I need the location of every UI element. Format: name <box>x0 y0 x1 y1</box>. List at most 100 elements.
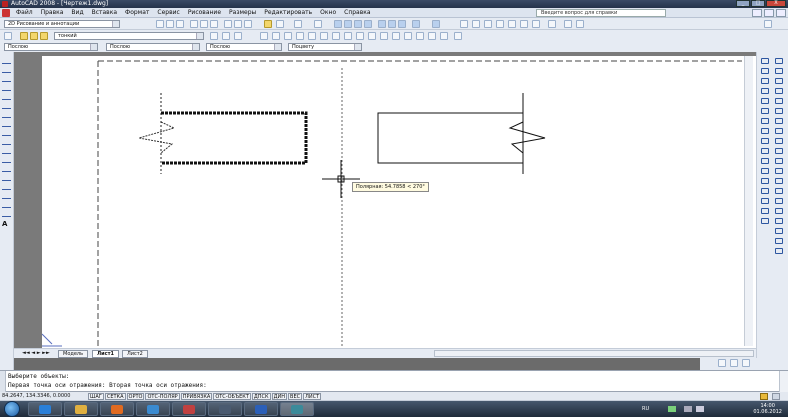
status-menu-icon[interactable] <box>772 393 780 400</box>
dim-angular-side-icon[interactable] <box>775 128 783 134</box>
inspection-icon[interactable] <box>440 32 448 40</box>
dim-aligned-side-icon[interactable] <box>775 68 783 74</box>
dim-space-icon[interactable] <box>392 32 400 40</box>
dim-jogged-icon[interactable] <box>320 32 328 40</box>
dim-break-side-icon[interactable] <box>775 178 783 184</box>
chamfer-icon[interactable] <box>761 198 769 204</box>
cut-icon[interactable] <box>224 20 232 28</box>
clock[interactable]: 14:00 01.06.2012 <box>753 403 782 415</box>
workspace-select[interactable]: 2D Рисование и аннотации <box>4 20 120 28</box>
dim-aligned-icon[interactable] <box>272 32 280 40</box>
properties-icon[interactable] <box>378 20 386 28</box>
dim-radius-side-icon[interactable] <box>775 98 783 104</box>
command-scrollbar[interactable] <box>779 371 788 393</box>
ellipse-icon[interactable] <box>2 139 11 145</box>
dim-break-icon[interactable] <box>404 32 412 40</box>
maximize-button[interactable]: □ <box>751 0 765 7</box>
make-current-icon[interactable] <box>210 32 218 40</box>
inspection-side-icon[interactable] <box>775 208 783 214</box>
lightbulb-icon[interactable] <box>20 32 28 40</box>
tolerance-icon[interactable] <box>416 32 424 40</box>
minimize-button[interactable]: _ <box>736 0 750 7</box>
toolbar-end-icon[interactable] <box>764 20 772 28</box>
dim-radius-icon[interactable] <box>308 32 316 40</box>
dim-edit-icon[interactable] <box>454 32 462 40</box>
polyline-icon[interactable] <box>2 76 11 82</box>
dim-ordinate-icon[interactable] <box>296 32 304 40</box>
network-icon[interactable] <box>684 406 692 412</box>
mirrored-object[interactable] <box>377 93 546 174</box>
menu-modify[interactable]: Редактировать <box>260 8 316 18</box>
horizontal-scrollbar[interactable] <box>434 350 754 357</box>
array-icon[interactable] <box>761 98 769 104</box>
move-icon[interactable] <box>761 108 769 114</box>
vertical-scrollbar[interactable] <box>744 56 753 346</box>
ellipse-arc-icon[interactable] <box>2 148 11 154</box>
taskbar-media[interactable] <box>100 402 134 416</box>
center-mark-side-icon[interactable] <box>775 198 783 204</box>
hatch-icon[interactable] <box>2 184 11 190</box>
taskbar-word[interactable] <box>244 402 278 416</box>
make-block-icon[interactable] <box>2 166 11 172</box>
dim-update-side-icon[interactable] <box>775 248 783 254</box>
toolpalettes-icon[interactable] <box>398 20 406 28</box>
circle-icon[interactable] <box>2 112 11 118</box>
line-icon[interactable] <box>2 58 11 64</box>
zoom-previous2-icon[interactable] <box>576 20 584 28</box>
break-point-icon[interactable] <box>761 168 769 174</box>
erase-icon[interactable] <box>761 58 769 64</box>
explode-icon[interactable] <box>761 218 769 224</box>
dim-baseline-icon[interactable] <box>368 32 376 40</box>
preview-icon[interactable] <box>200 20 208 28</box>
doc-restore-button[interactable] <box>764 9 774 17</box>
jogged-linear-side-icon[interactable] <box>775 218 783 224</box>
zoom-object-icon[interactable] <box>532 20 540 28</box>
zoom-out-icon[interactable] <box>472 20 480 28</box>
zoom-window-icon[interactable] <box>354 20 362 28</box>
dim-quick-icon[interactable] <box>356 32 364 40</box>
menu-draw[interactable]: Рисование <box>184 8 225 18</box>
menu-window[interactable]: Окно <box>316 8 340 18</box>
zoom-window2-icon[interactable] <box>564 20 572 28</box>
dyn-button[interactable]: ДИН <box>271 392 288 400</box>
polar-button[interactable]: ОТС-ПОЛЯР <box>145 392 180 400</box>
copy-object-icon[interactable] <box>761 68 769 74</box>
taskbar-app4[interactable] <box>136 402 170 416</box>
layer-states-icon[interactable] <box>234 32 242 40</box>
taskbar-app6[interactable] <box>208 402 242 416</box>
save-icon[interactable] <box>176 20 184 28</box>
rotate-icon[interactable] <box>761 118 769 124</box>
join-icon[interactable] <box>761 188 769 194</box>
grid-button[interactable]: СЕТКА <box>104 392 126 400</box>
lock-toolbar-icon[interactable] <box>760 393 768 400</box>
center-mark-icon[interactable] <box>428 32 436 40</box>
lineweight-select[interactable]: Послою <box>206 43 282 51</box>
publish-icon[interactable] <box>210 20 218 28</box>
matchprop-icon[interactable] <box>264 20 272 28</box>
dim-quick-side-icon[interactable] <box>775 138 783 144</box>
tab-layout1[interactable]: Лист1 <box>92 350 119 358</box>
sheetset-icon[interactable] <box>412 20 420 28</box>
zoom-extents-icon[interactable] <box>496 20 504 28</box>
layer-manager-icon[interactable] <box>4 32 12 40</box>
revcloud-icon[interactable] <box>2 121 11 127</box>
layer-previous-icon[interactable] <box>222 32 230 40</box>
stretch-icon[interactable] <box>761 138 769 144</box>
rectangle-icon[interactable] <box>2 94 11 100</box>
dim-diameter-icon[interactable] <box>332 32 340 40</box>
tab-nav-arrows[interactable]: ◄◄ ◄ ► ►► <box>18 350 54 358</box>
brush-icon[interactable] <box>276 20 284 28</box>
open-icon[interactable] <box>166 20 174 28</box>
menu-edit[interactable]: Правка <box>37 8 68 18</box>
new-icon[interactable] <box>156 20 164 28</box>
layer-select[interactable]: тонкий <box>54 32 204 40</box>
tab-layout2[interactable]: Лист2 <box>122 350 148 358</box>
doc-close-button[interactable] <box>776 9 786 17</box>
dim-edit-side-icon[interactable] <box>775 228 783 234</box>
snap-button[interactable]: ШАГ <box>88 392 104 400</box>
taskbar-app5[interactable] <box>172 402 206 416</box>
break-icon[interactable] <box>761 178 769 184</box>
ducs-button[interactable]: ДПСК <box>251 392 271 400</box>
otrack-button[interactable]: ОТС-ОБЪЕКТ <box>213 392 251 400</box>
osnap-button[interactable]: ПРИВЯЗКА <box>180 392 213 400</box>
